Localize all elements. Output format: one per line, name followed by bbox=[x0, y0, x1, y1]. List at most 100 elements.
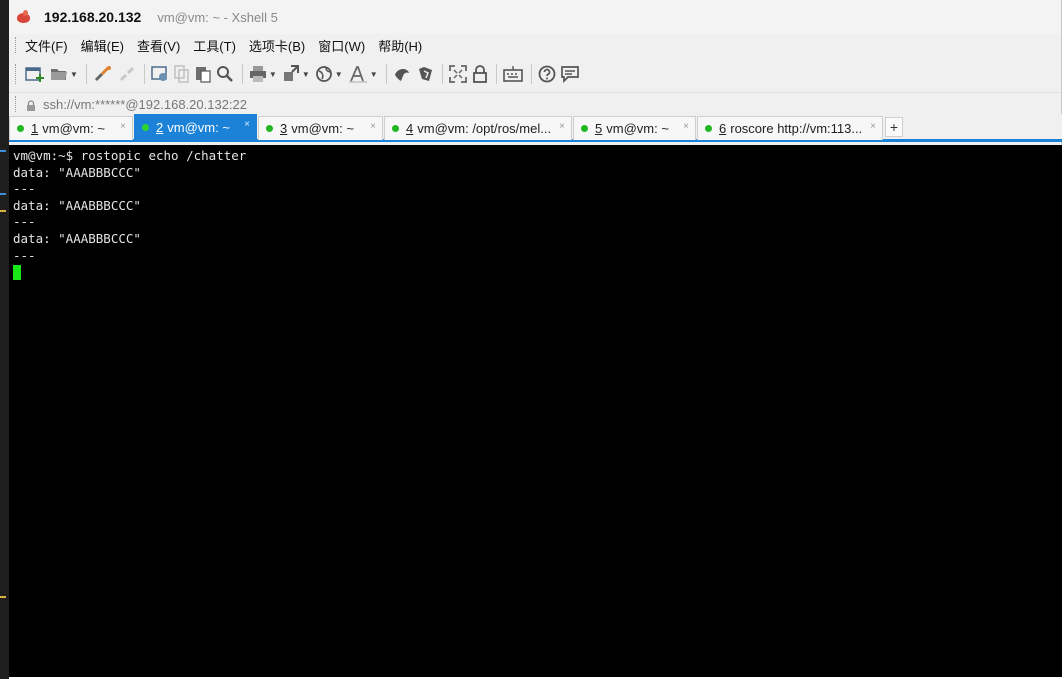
find-button[interactable] bbox=[216, 62, 234, 86]
properties-icon bbox=[151, 66, 167, 81]
tab-number: 5 bbox=[595, 121, 603, 136]
open-session-button[interactable]: ▼ bbox=[50, 62, 78, 86]
terminal-cursor bbox=[13, 265, 21, 281]
tab-session-2[interactable]: 2 vm@vm: ~ × bbox=[134, 114, 257, 140]
xshell-logo-icon[interactable] bbox=[16, 10, 32, 24]
tab-session-3[interactable]: 3 vm@vm: ~ × bbox=[258, 116, 383, 140]
toolbar-separator bbox=[85, 64, 87, 84]
menu-window[interactable]: 窗口(W) bbox=[318, 36, 365, 55]
menubar-grip[interactable] bbox=[15, 37, 17, 53]
keyboard-button[interactable] bbox=[502, 62, 523, 86]
tab-label: vm@vm: ~ bbox=[42, 121, 105, 136]
background-window-edge bbox=[0, 0, 9, 679]
connect-icon bbox=[94, 66, 111, 82]
tab-session-6[interactable]: 6 roscore http://vm:113... × bbox=[697, 116, 883, 140]
menu-file[interactable]: 文件(F) bbox=[25, 36, 68, 55]
xftp-icon bbox=[394, 69, 409, 81]
reconnect-button[interactable] bbox=[93, 62, 113, 86]
tab-session-5[interactable]: 5 vm@vm: ~ × bbox=[573, 116, 696, 140]
keyboard-icon bbox=[502, 66, 523, 82]
transfer-icon bbox=[283, 65, 299, 81]
close-tab-icon[interactable]: × bbox=[370, 121, 376, 132]
chevron-down-icon[interactable]: ▼ bbox=[335, 70, 343, 79]
close-tab-icon[interactable]: × bbox=[120, 121, 126, 132]
title-bar[interactable]: 192.168.20.132 vm@vm: ~ - Xshell 5 bbox=[9, 0, 1061, 34]
disconnect-icon bbox=[119, 66, 134, 82]
toolbar-separator bbox=[441, 64, 443, 84]
toolbar-separator bbox=[143, 64, 145, 84]
open-folder-icon bbox=[51, 69, 67, 80]
toolbar-separator bbox=[530, 64, 532, 84]
fullscreen-icon bbox=[448, 65, 467, 83]
transfer-button[interactable]: ▼ bbox=[282, 62, 310, 86]
print-button[interactable]: ▼ bbox=[249, 62, 277, 86]
toolbar-separator bbox=[241, 64, 243, 84]
terminal-line: --- bbox=[13, 214, 36, 230]
chevron-down-icon[interactable]: ▼ bbox=[269, 70, 277, 79]
help-icon bbox=[538, 65, 556, 83]
terminal-line: --- bbox=[13, 247, 36, 263]
tab-label: vm@vm: ~ bbox=[167, 120, 230, 135]
lock-icon bbox=[472, 65, 487, 83]
chat-icon bbox=[560, 66, 579, 83]
menu-edit[interactable]: 编辑(E) bbox=[81, 36, 124, 55]
chevron-down-icon[interactable]: ▼ bbox=[370, 70, 378, 79]
addressbar-grip[interactable] bbox=[15, 96, 17, 112]
chevron-down-icon[interactable]: ▼ bbox=[70, 70, 78, 79]
terminal-output[interactable]: vm@vm:~$ rostopic echo /chatter data: "A… bbox=[9, 145, 1062, 677]
toolbar-separator bbox=[385, 64, 387, 84]
font-button[interactable]: ▼ bbox=[348, 62, 378, 86]
menu-tabs[interactable]: 选项卡(B) bbox=[249, 36, 305, 55]
edge-marker bbox=[0, 596, 6, 598]
chevron-down-icon[interactable]: ▼ bbox=[302, 70, 310, 79]
fullscreen-button[interactable] bbox=[448, 62, 467, 86]
menu-view[interactable]: 查看(V) bbox=[137, 36, 180, 55]
terminal-line: vm@vm:~$ rostopic echo /chatter bbox=[13, 148, 247, 163]
chat-button[interactable] bbox=[560, 62, 579, 86]
menu-help[interactable]: 帮助(H) bbox=[378, 36, 422, 55]
tab-label: roscore http://vm:113... bbox=[730, 121, 863, 136]
edge-marker bbox=[0, 150, 6, 152]
xftp-button[interactable] bbox=[393, 62, 411, 86]
connected-status-icon bbox=[266, 125, 273, 132]
close-tab-icon[interactable]: × bbox=[683, 121, 689, 132]
encoding-button[interactable]: ▼ bbox=[315, 62, 343, 86]
tab-session-1[interactable]: 1 vm@vm: ~ × bbox=[9, 116, 133, 140]
menu-tools[interactable]: 工具(T) bbox=[193, 36, 236, 55]
xshell-window: 192.168.20.132 vm@vm: ~ - Xshell 5 文件(F)… bbox=[9, 0, 1062, 677]
window-title-subtitle: vm@vm: ~ - Xshell 5 bbox=[157, 9, 278, 25]
menu-bar: 文件(F) 编辑(E) 查看(V) 工具(T) 选项卡(B) 窗口(W) 帮助(… bbox=[9, 34, 1061, 56]
help-button[interactable] bbox=[538, 62, 556, 86]
session-address[interactable]: ssh://vm:******@192.168.20.132:22 bbox=[43, 97, 247, 112]
globe-icon bbox=[315, 66, 332, 82]
toolbar: ▼ ▼ ▼ ▼ ▼ bbox=[9, 56, 1061, 92]
new-tab-button[interactable]: + bbox=[885, 117, 903, 137]
terminal-line: --- bbox=[13, 181, 36, 197]
find-icon bbox=[216, 66, 233, 82]
tab-number: 1 bbox=[31, 121, 39, 136]
paste-button[interactable] bbox=[195, 62, 211, 86]
connected-status-icon bbox=[705, 125, 712, 132]
address-bar[interactable]: ssh://vm:******@192.168.20.132:22 bbox=[9, 92, 1061, 115]
xmanager-button[interactable] bbox=[416, 62, 434, 86]
new-session-icon bbox=[25, 67, 44, 82]
close-tab-icon[interactable]: × bbox=[244, 119, 250, 130]
properties-button[interactable] bbox=[151, 62, 169, 86]
tab-label: vm@vm: /opt/ros/mel... bbox=[417, 121, 552, 136]
close-tab-icon[interactable]: × bbox=[870, 121, 876, 132]
tab-session-4[interactable]: 4 vm@vm: /opt/ros/mel... × bbox=[384, 116, 572, 140]
connected-status-icon bbox=[17, 125, 24, 132]
copy-button[interactable] bbox=[174, 62, 190, 86]
close-tab-icon[interactable]: × bbox=[559, 121, 565, 132]
lock-screen-button[interactable] bbox=[472, 62, 488, 86]
disconnect-button[interactable] bbox=[118, 62, 136, 86]
tab-label: vm@vm: ~ bbox=[606, 121, 669, 136]
tab-number: 4 bbox=[406, 121, 414, 136]
lock-icon bbox=[26, 99, 36, 111]
new-session-button[interactable] bbox=[25, 62, 45, 86]
connected-status-icon bbox=[392, 125, 399, 132]
edge-marker bbox=[0, 210, 6, 212]
tab-bar: 1 vm@vm: ~ × 2 vm@vm: ~ × 3 vm@vm: ~ × 4… bbox=[9, 114, 1062, 142]
toolbar-grip[interactable] bbox=[15, 64, 17, 84]
connected-status-icon bbox=[142, 124, 149, 131]
